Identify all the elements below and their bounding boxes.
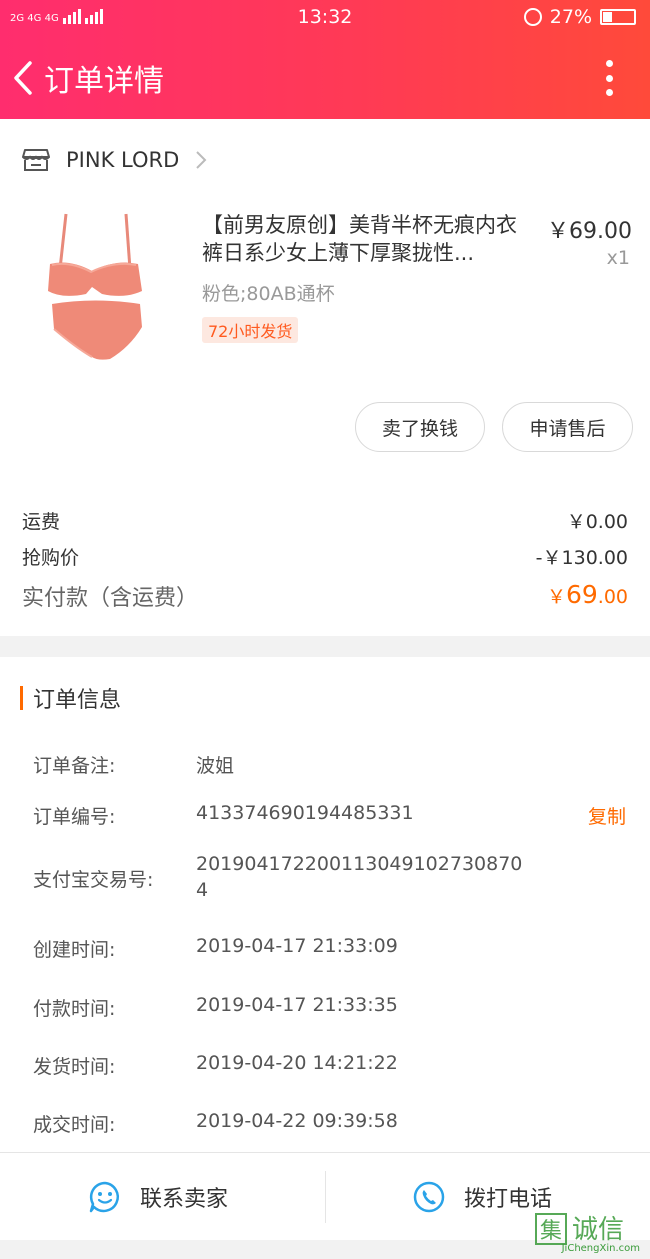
total-row: 实付款（含运费） ￥69.00 xyxy=(22,580,628,612)
completed-time-value: 2019-04-22 09:39:58 xyxy=(196,1110,398,1132)
aftersale-button[interactable]: 申请售后 xyxy=(502,402,633,452)
product-quantity: x1 xyxy=(606,247,630,269)
nav-bar: 订单详情 xyxy=(0,50,650,106)
more-menu-icon[interactable] xyxy=(606,60,614,96)
alipay-trade-value: 201904172200113049102730870 4 xyxy=(196,853,523,901)
remark-label: 订单备注: xyxy=(33,755,116,777)
status-bar: 2G 4G 4G 13:32 27% xyxy=(0,0,650,34)
svg-text:集: 集 xyxy=(540,1219,562,1244)
svg-text:诚信: 诚信 xyxy=(572,1215,624,1245)
header: 2G 4G 4G 13:32 27% 订单详情 xyxy=(0,0,650,119)
contact-seller-label: 联系卖家 xyxy=(140,1187,229,1212)
completed-time-label: 成交时间: xyxy=(33,1114,116,1136)
section-accent-bar xyxy=(20,686,23,710)
order-product-card: PINK LORD 【前男友原创】美背半杯无痕内衣裤日系少女上薄下厚聚拢性...… xyxy=(0,119,650,636)
order-info-header: 订单信息 xyxy=(20,683,121,713)
phone-icon xyxy=(413,1181,445,1213)
alipay-trade-label: 支付宝交易号: xyxy=(33,869,154,891)
created-time-label: 创建时间: xyxy=(33,939,116,961)
order-number-label: 订单编号: xyxy=(33,806,116,828)
contact-seller-button[interactable]: 联系卖家 xyxy=(88,1153,228,1241)
order-info-card: 订单信息 订单备注: 波姐 订单编号: 413374690194485331 复… xyxy=(0,657,650,1152)
page-title: 订单详情 xyxy=(44,64,164,99)
total-currency: ￥ xyxy=(546,586,566,608)
shipping-fee-label: 运费 xyxy=(22,511,61,533)
shipped-time-value: 2019-04-20 14:21:22 xyxy=(196,1052,398,1074)
chevron-right-icon xyxy=(196,151,207,169)
sell-button[interactable]: 卖了换钱 xyxy=(355,402,485,452)
shipping-fee-value: ￥0.00 xyxy=(566,511,628,533)
shipped-time-label: 发货时间: xyxy=(33,1056,116,1078)
copy-button[interactable]: 复制 xyxy=(588,802,626,829)
store-icon xyxy=(22,149,50,171)
back-arrow-icon[interactable] xyxy=(10,58,40,98)
total-label: 实付款（含运费） xyxy=(22,586,199,611)
total-amount: ￥69.00 xyxy=(547,580,628,612)
discount-label: 抢购价 xyxy=(22,547,80,569)
discount-row: 抢购价 -￥130.00 xyxy=(22,543,628,570)
product-title[interactable]: 【前男友原创】美背半杯无痕内衣裤日系少女上薄下厚聚拢性... xyxy=(202,211,537,267)
total-integer: 69 xyxy=(565,580,598,609)
shipping-fee-row: 运费 ￥0.00 xyxy=(22,507,628,534)
section-title: 订单信息 xyxy=(33,688,122,713)
alarm-icon xyxy=(523,8,542,26)
total-decimal: .00 xyxy=(597,586,628,608)
battery-icon xyxy=(600,9,636,25)
shop-name: PINK LORD xyxy=(66,148,180,172)
shop-row[interactable]: PINK LORD xyxy=(22,143,207,177)
chat-icon xyxy=(89,1181,119,1213)
paid-time-label: 付款时间: xyxy=(33,998,116,1020)
shipping-badge: 72小时发货 xyxy=(202,317,299,343)
discount-value: -￥130.00 xyxy=(535,547,628,569)
order-number-value: 413374690194485331 xyxy=(196,802,414,824)
paid-time-value: 2019-04-17 21:33:35 xyxy=(196,994,398,1016)
product-sku: 粉色;80AB通杯 xyxy=(202,283,335,305)
remark-value: 波姐 xyxy=(196,755,235,777)
watermark-site: JiChengXin.com xyxy=(561,1243,640,1254)
call-button[interactable]: 拨打电话 xyxy=(412,1153,552,1241)
battery-percent: 27% xyxy=(549,6,592,28)
divider xyxy=(325,1171,326,1223)
product-image[interactable] xyxy=(30,209,160,374)
created-time-value: 2019-04-17 21:33:09 xyxy=(196,935,398,957)
product-price: ￥69.00 xyxy=(547,219,632,244)
